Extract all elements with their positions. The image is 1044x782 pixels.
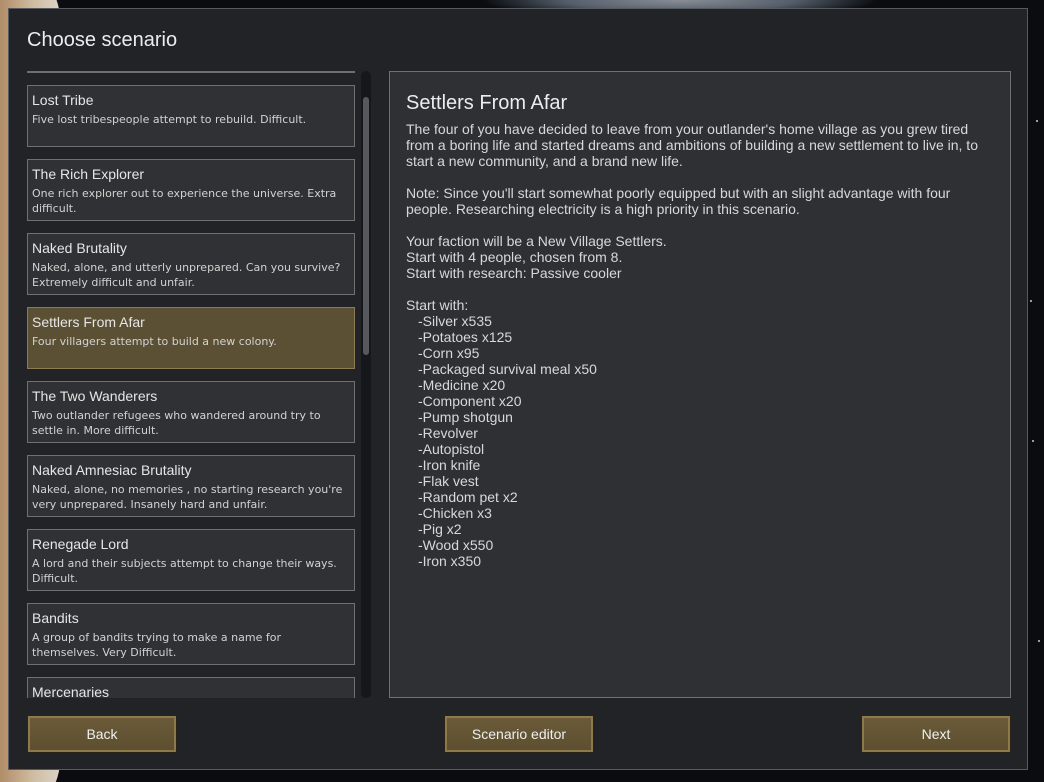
scenario-description: Naked, alone, no memories , no starting …	[32, 483, 343, 511]
people-line: Start with 4 people, chosen from 8.	[406, 249, 623, 265]
scenario-name: Bandits	[32, 610, 79, 626]
dialog-title: Choose scenario	[27, 29, 178, 51]
scenario-item-renegade-lord[interactable]: Renegade Lord A lord and their subjects …	[27, 529, 355, 591]
scenario-name: The Rich Explorer	[32, 166, 145, 182]
scenario-intro: The four of you have decided to leave fr…	[406, 121, 978, 169]
scenario-description: One rich explorer out to experience the …	[32, 187, 337, 215]
starting-item: -Corn x95	[418, 345, 480, 361]
scenario-name: The Two Wanderers	[32, 388, 158, 404]
scenario-name: Settlers From Afar	[32, 314, 145, 330]
scenario-detail-text: The four of you have decided to leave fr…	[406, 121, 994, 569]
next-button[interactable]: Next	[861, 715, 1011, 753]
scenario-item-lost-tribe[interactable]: Lost Tribe Five lost tribespeople attemp…	[27, 85, 355, 147]
star	[1036, 120, 1038, 122]
starting-item: -Pig x2	[418, 521, 462, 537]
starting-item: -Packaged survival meal x50	[418, 361, 597, 377]
starting-item: -Chicken x3	[418, 505, 492, 521]
scenario-name: Naked Amnesiac Brutality	[32, 462, 192, 478]
scenario-summary: Your faction will be a New Village Settl…	[406, 233, 994, 281]
starting-items: Start with: -Silver x535 -Potatoes x125 …	[406, 297, 994, 569]
faction-line: Your faction will be a New Village Settl…	[406, 233, 667, 249]
starting-item: -Component x20	[418, 393, 522, 409]
scenario-item-two-wanderers[interactable]: The Two Wanderers Two outlander refugees…	[27, 381, 355, 443]
scenario-name: Renegade Lord	[32, 536, 129, 552]
scenario-item-naked-amnesiac-brutality[interactable]: Naked Amnesiac Brutality Naked, alone, n…	[27, 455, 355, 517]
star	[1038, 640, 1040, 642]
choose-scenario-dialog: Choose scenario Lost Tribe Five lost tri…	[8, 8, 1028, 770]
starting-item: -Medicine x20	[418, 377, 506, 393]
scenario-description: Four villagers attempt to build a new co…	[32, 335, 277, 348]
starting-item: -Autopistol	[418, 441, 485, 457]
scenario-detail-title: Settlers From Afar	[406, 92, 568, 114]
star	[1032, 440, 1034, 442]
starting-item: -Revolver	[418, 425, 478, 441]
scenario-name: Lost Tribe	[32, 92, 94, 108]
scenario-note: Note: Since you'll start somewhat poorly…	[406, 185, 951, 217]
scrollbar-thumb[interactable]	[363, 97, 369, 355]
scenario-detail-panel: Settlers From Afar The four of you have …	[389, 71, 1011, 698]
scenario-description: A lord and their subjects attempt to cha…	[32, 557, 337, 585]
scenario-list: Lost Tribe Five lost tribespeople attemp…	[27, 73, 357, 698]
research-line: Start with research: Passive cooler	[406, 265, 622, 281]
starting-item: -Iron knife	[418, 457, 481, 473]
starting-item: -Pump shotgun	[418, 409, 513, 425]
scenario-description: Two outlander refugees who wandered arou…	[32, 409, 321, 437]
scenario-item-naked-brutality[interactable]: Naked Brutality Naked, alone, and utterl…	[27, 233, 355, 295]
scenario-list-scrollbar[interactable]	[361, 71, 371, 698]
starting-item: -Random pet x2	[418, 489, 518, 505]
scenario-item-mercenaries[interactable]: Mercenaries	[27, 677, 355, 698]
starting-item: -Silver x535	[418, 313, 492, 329]
scenario-description: Naked, alone, and utterly unprepared. Ca…	[32, 261, 341, 289]
starting-item: -Potatoes x125	[418, 329, 513, 345]
scenario-description: A group of bandits trying to make a name…	[32, 631, 281, 659]
scenario-item-bandits[interactable]: Bandits A group of bandits trying to mak…	[27, 603, 355, 665]
starting-item: -Flak vest	[418, 473, 479, 489]
back-button[interactable]: Back	[27, 715, 177, 753]
starting-item: -Iron x350	[418, 553, 482, 569]
scenario-editor-button[interactable]: Scenario editor	[444, 715, 594, 753]
scenario-item-settlers-from-afar[interactable]: Settlers From Afar Four villagers attemp…	[27, 307, 355, 369]
scenario-name: Naked Brutality	[32, 240, 127, 256]
starting-item: -Wood x550	[418, 537, 494, 553]
start-with-label: Start with:	[406, 297, 469, 313]
scenario-name: Mercenaries	[32, 684, 110, 698]
star	[1030, 300, 1032, 302]
scenario-item-rich-explorer[interactable]: The Rich Explorer One rich explorer out …	[27, 159, 355, 221]
scenario-description: Five lost tribespeople attempt to rebuil…	[32, 113, 307, 126]
